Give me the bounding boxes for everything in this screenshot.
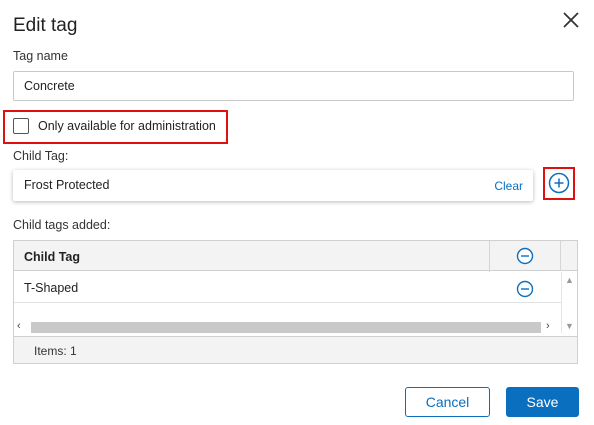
admin-only-label: Only available for administration — [38, 119, 216, 133]
dialog-title: Edit tag — [13, 15, 78, 36]
child-tag-label: Child Tag: — [13, 149, 69, 163]
scroll-right-icon[interactable]: › — [546, 320, 550, 332]
save-button[interactable]: Save — [506, 387, 579, 417]
child-tags-added-label: Child tags added: — [13, 218, 111, 232]
tag-name-label: Tag name — [13, 49, 68, 63]
plus-circle-icon[interactable] — [548, 172, 570, 194]
scrollbar-thumb[interactable] — [31, 322, 541, 333]
child-tag-select[interactable]: Frost Protected Clear — [13, 170, 533, 201]
cancel-button[interactable]: Cancel — [405, 387, 490, 417]
admin-only-checkbox[interactable] — [13, 118, 29, 134]
remove-row-minus-circle-icon[interactable] — [516, 280, 534, 298]
scroll-down-icon[interactable]: ▼ — [565, 321, 574, 331]
child-tag-cell: T-Shaped — [24, 281, 79, 295]
vertical-scrollbar[interactable]: ▲ ▼ — [561, 272, 577, 333]
column-header-child-tag[interactable]: Child Tag — [24, 250, 80, 264]
grid-header: Child Tag — [14, 241, 577, 271]
column-divider — [560, 241, 561, 271]
remove-all-minus-circle-icon[interactable] — [516, 247, 534, 265]
scroll-left-icon[interactable]: ‹ — [17, 320, 21, 332]
horizontal-scrollbar[interactable]: ‹ › — [14, 319, 561, 335]
tag-name-input[interactable]: Concrete — [13, 71, 574, 101]
edit-tag-dialog: Edit tag Tag name Concrete Only availabl… — [0, 0, 594, 425]
admin-only-option[interactable]: Only available for administration — [13, 117, 216, 135]
close-icon[interactable] — [559, 8, 583, 32]
child-tags-grid: Child Tag T-Shaped ▲ ▼ ‹ › Items: 1 — [13, 240, 578, 364]
table-row[interactable]: T-Shaped — [14, 272, 561, 303]
grid-footer: Items: 1 — [14, 336, 577, 363]
scroll-up-icon[interactable]: ▲ — [565, 275, 574, 285]
clear-link[interactable]: Clear — [494, 179, 523, 193]
items-count: Items: 1 — [34, 344, 77, 358]
child-tag-value: Frost Protected — [24, 178, 110, 192]
